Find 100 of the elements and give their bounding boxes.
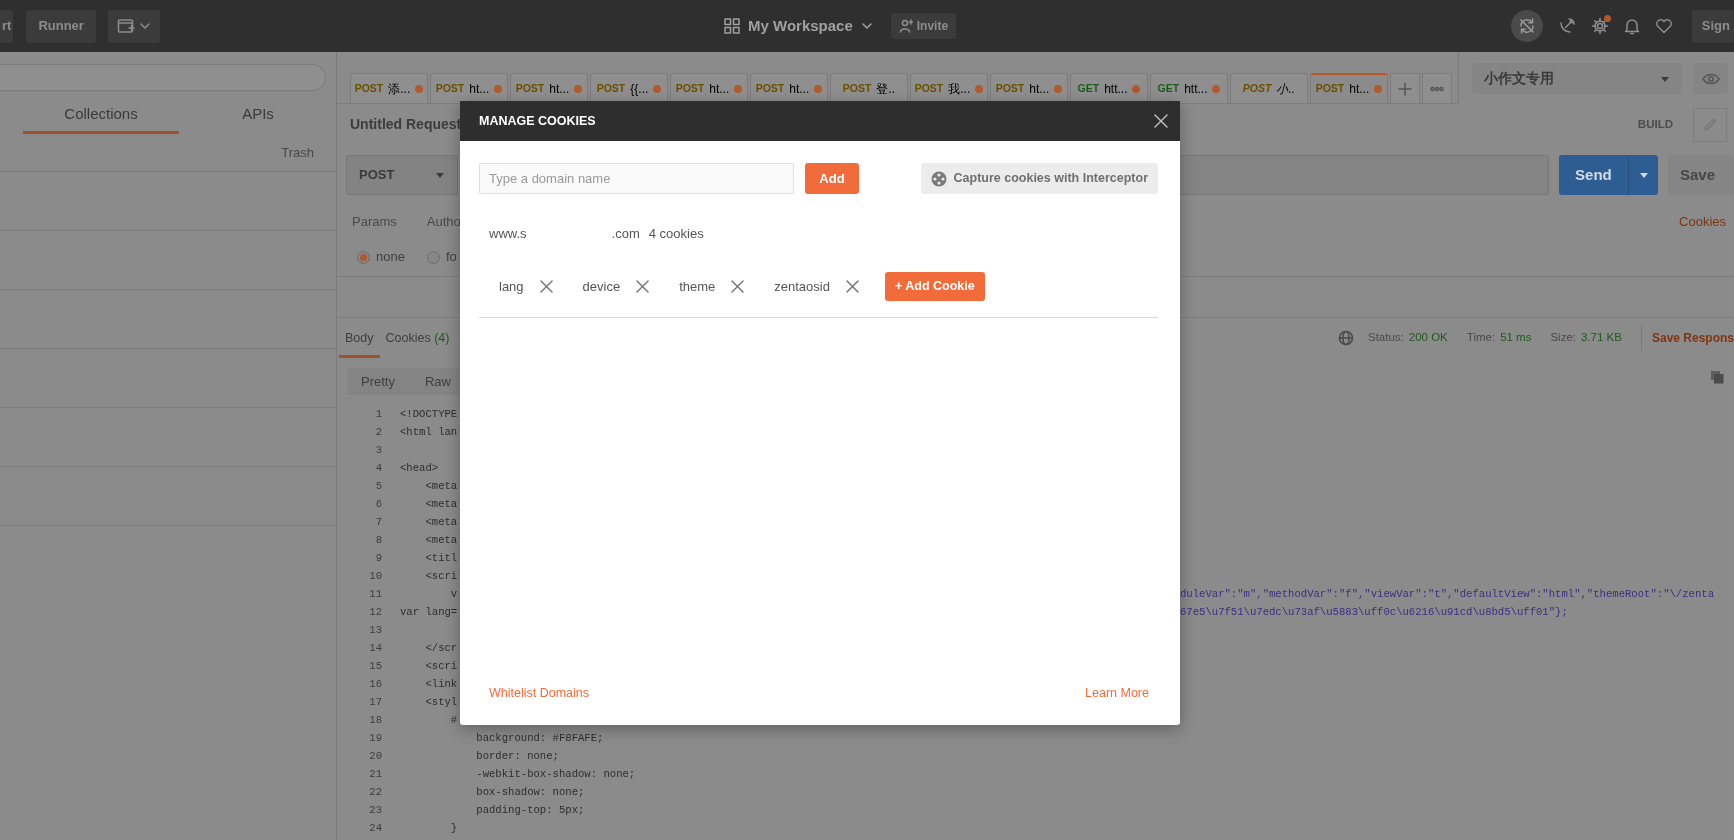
tab-title: ht... xyxy=(1029,80,1050,98)
cookie-name[interactable]: lang xyxy=(499,276,524,297)
tab-title: ht... xyxy=(1349,81,1370,98)
method-label: POST xyxy=(1242,80,1272,96)
more-tabs-button[interactable] xyxy=(1422,73,1452,103)
heart-icon[interactable] xyxy=(1654,18,1673,34)
request-tab[interactable]: Params xyxy=(352,211,397,232)
request-tab[interactable]: Autho xyxy=(426,211,461,232)
send-button[interactable]: Send xyxy=(1558,155,1658,195)
runner-button[interactable]: Runner xyxy=(26,9,96,43)
response-tab[interactable]: Cookies (4) xyxy=(379,318,456,358)
status-label: Time: xyxy=(1466,330,1496,346)
copy-icon[interactable] xyxy=(1710,370,1724,384)
request-title: Untitled Request xyxy=(350,115,462,134)
method-label: POST xyxy=(596,80,626,96)
cookie-name[interactable]: zentaosid xyxy=(774,276,830,297)
method-label: POST xyxy=(435,80,465,96)
eye-icon xyxy=(1701,72,1720,85)
method-label: POST xyxy=(842,80,872,96)
code-text: var lang= xyxy=(400,606,458,619)
sidebar-tab[interactable]: Collections xyxy=(23,102,179,134)
line-number: 5 xyxy=(374,479,382,495)
sign-in-button[interactable]: Sign xyxy=(1691,9,1734,43)
radio-button[interactable] xyxy=(426,250,440,264)
cookie-name[interactable]: theme xyxy=(679,276,716,297)
request-tab[interactable]: POST ht... xyxy=(990,73,1068,103)
request-tab[interactable]: GET htt... xyxy=(1150,73,1228,103)
code-text: background: #F8FAFE; xyxy=(475,732,604,745)
line-number: 17 xyxy=(368,695,382,711)
code-text: <meta xyxy=(424,534,458,547)
request-tab[interactable]: POST ht... xyxy=(430,73,508,103)
request-tab[interactable]: POST {{... xyxy=(590,73,668,103)
line-number: 18 xyxy=(368,713,382,729)
remove-cookie-button[interactable] xyxy=(636,280,650,293)
close-button[interactable] xyxy=(1154,114,1168,128)
line-number: 15 xyxy=(368,659,382,675)
tab-title: ht... xyxy=(469,80,490,98)
add-button[interactable]: Add xyxy=(805,163,859,194)
satellite-icon[interactable] xyxy=(1557,17,1576,35)
invite-button[interactable]: Invite xyxy=(890,13,957,39)
sync-button[interactable] xyxy=(1510,10,1543,42)
remove-cookie-button[interactable] xyxy=(731,280,745,293)
method-label: POST xyxy=(914,80,944,96)
request-tab[interactable]: POST 我... xyxy=(910,73,988,103)
request-tab[interactable]: POST ht... xyxy=(750,73,828,103)
line-number: 10 xyxy=(368,569,382,585)
cookie-name[interactable]: device xyxy=(582,276,621,297)
method-label: POST xyxy=(515,80,545,96)
method-label: GET xyxy=(1157,80,1180,96)
import-button[interactable]: rt xyxy=(0,9,14,43)
new-window-button[interactable] xyxy=(107,9,160,43)
sidebar-tab[interactable]: APIs xyxy=(180,102,336,134)
settings-icon[interactable] xyxy=(1590,17,1609,35)
code-text: } xyxy=(449,822,458,835)
workspace-menu[interactable]: My Workspace xyxy=(724,14,873,38)
response-tab[interactable]: Body xyxy=(339,318,380,358)
code-text: <meta xyxy=(424,498,458,511)
domain-field[interactable]: Type a domain name xyxy=(479,163,794,194)
line-number: 16 xyxy=(368,677,382,693)
build-label: BUILD xyxy=(1637,116,1673,132)
line-number: 13 xyxy=(368,623,382,639)
code-text: <meta xyxy=(424,516,458,529)
environment-select[interactable]: 小作文专用 xyxy=(1472,63,1682,94)
save-button[interactable]: Save xyxy=(1668,155,1734,195)
request-tab[interactable]: POST ht... xyxy=(510,73,588,103)
environment-name: 小作文专用 xyxy=(1484,69,1554,88)
learn-more-link[interactable]: Learn More xyxy=(1085,684,1149,703)
window-plus-icon xyxy=(116,18,135,34)
caret-icon xyxy=(1638,170,1649,180)
radio-label: fo xyxy=(445,248,457,267)
view-tab[interactable]: Raw xyxy=(424,371,451,392)
capture-cookies-button[interactable]: Capture cookies with Interceptor xyxy=(920,163,1158,194)
remove-cookie-button[interactable] xyxy=(845,280,859,293)
add-cookie-button[interactable]: + Add Cookie xyxy=(884,272,985,301)
method-select[interactable]: POST xyxy=(346,155,459,195)
code-text: <head> xyxy=(400,462,439,475)
line-number: 23 xyxy=(368,803,382,819)
remove-cookie-button[interactable] xyxy=(539,280,553,293)
request-tab[interactable]: POST ht... xyxy=(1310,73,1388,103)
request-tab[interactable]: POST 添... xyxy=(350,73,428,103)
tab-title: ht... xyxy=(709,80,730,98)
line-number: 8 xyxy=(374,533,382,549)
line-number: 1 xyxy=(374,407,382,423)
cookies-link[interactable]: Cookies xyxy=(1679,211,1726,232)
request-tab[interactable]: GET htt... xyxy=(1070,73,1148,103)
view-tab[interactable]: Pretty xyxy=(361,371,395,392)
method-label: POST xyxy=(995,80,1025,96)
line-number: 12 xyxy=(368,605,382,621)
request-tab[interactable]: POST 登.. xyxy=(830,73,908,103)
save-response-button[interactable]: Save Respons xyxy=(1640,325,1734,351)
request-tab[interactable]: POST ht... xyxy=(670,73,748,103)
whitelist-link[interactable]: Whitelist Domains xyxy=(489,684,590,703)
radio-button[interactable] xyxy=(357,250,370,264)
method-label: POST xyxy=(755,80,785,96)
domain-name: www.s xyxy=(489,225,527,244)
line-number: 11 xyxy=(368,587,382,603)
bell-icon[interactable] xyxy=(1623,17,1640,35)
trash-link[interactable]: Trash xyxy=(281,142,314,163)
method-label: POST xyxy=(675,80,705,96)
request-tab[interactable]: POST 小.. xyxy=(1230,73,1308,103)
